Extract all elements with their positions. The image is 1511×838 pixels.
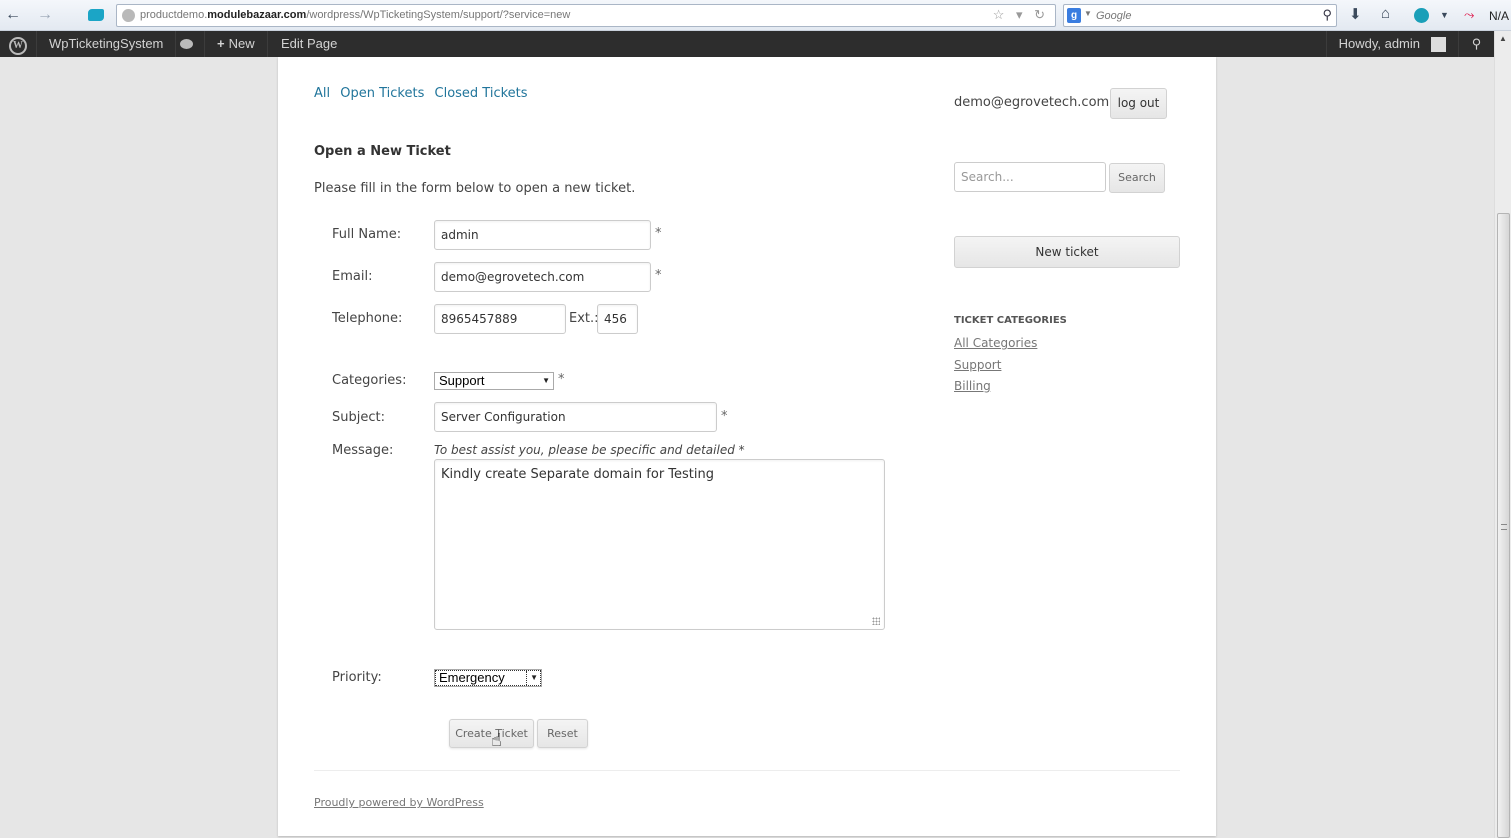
plus-icon: + [217,36,225,51]
wp-admin-bar: W WpTicketingSystem + New Edit Page Howdy… [0,31,1494,57]
hand-cursor-icon: ☝ [491,730,502,751]
url-path: /wordpress/WpTicketingSystem/support/?se… [306,9,571,21]
ticket-categories-heading: TICKET CATEGORIES [954,315,1067,326]
filter-all-link[interactable]: All [314,86,330,101]
priority-select[interactable]: Emergency ▼ [434,669,542,687]
edit-page-link[interactable]: Edit Page [269,31,349,57]
filter-closed-tickets-link[interactable]: Closed Tickets [435,86,528,101]
footer-divider [314,770,1180,771]
powered-by-link[interactable]: Proudly powered by WordPress [314,796,484,809]
site-identity-icon[interactable] [88,9,104,21]
chevron-down-icon[interactable]: ▼ [1440,10,1449,20]
bookmark-star-icon[interactable]: ☆ ▾ ↻ [993,7,1049,23]
ticket-filter-nav: All Open Tickets Closed Tickets [314,86,534,101]
email-input[interactable]: demo@egrovetech.com [434,262,651,292]
priority-label: Priority: [332,670,382,685]
browser-search-input[interactable]: Google [1096,10,1131,22]
chevron-down-icon: ▼ [530,673,538,682]
required-mark: * [655,226,662,241]
full-name-input[interactable]: admin [434,220,651,250]
browser-search-bar[interactable]: g ▼ Google ⚲ [1063,4,1337,27]
account-menu[interactable]: Howdy, admin [1325,31,1458,57]
required-mark: * [721,409,728,424]
message-hint: To best assist you, please be specific a… [434,443,745,457]
url-prefix: productdemo. [140,9,208,21]
addon-globe-icon[interactable] [1414,8,1429,23]
scroll-up-arrow-icon[interactable]: ▲ [1495,31,1511,47]
site-name-link[interactable]: WpTicketingSystem [37,31,177,57]
category-link-all[interactable]: All Categories [954,336,1037,350]
page-content: All Open Tickets Closed Tickets Open a N… [278,57,1216,836]
message-text: Kindly create Separate domain for Testin… [441,467,714,482]
search-icon: ⚲ [1471,36,1482,51]
forward-icon[interactable]: → [36,6,54,24]
telephone-input[interactable]: 8965457889 [434,304,566,334]
wp-logo-menu[interactable]: W [0,31,37,57]
scroll-thumb[interactable] [1497,213,1510,838]
globe-icon [122,9,135,22]
page-scrollbar[interactable]: ▲ [1494,31,1511,838]
new-label: New [228,36,255,51]
form-intro: Please fill in the form below to open a … [314,181,636,196]
subject-input[interactable]: Server Configuration [434,402,717,432]
extension-input[interactable]: 456 [597,304,638,334]
wordpress-logo-icon: W [9,37,27,55]
logout-button[interactable]: log out [1110,88,1167,119]
search-icon[interactable]: ⚲ [1322,7,1332,23]
chevron-down-icon[interactable]: ▼ [1084,9,1092,18]
url-domain: modulebazaar.com [207,9,307,21]
resize-handle-icon[interactable] [872,617,880,625]
email-label: Email: [332,269,373,284]
addon-status[interactable]: N/A [1489,9,1509,23]
logged-in-user-email: demo@egrovetech.com | [954,95,1118,110]
howdy-label: Howdy, admin [1338,36,1420,51]
message-label: Message: [332,443,394,458]
required-mark: * [655,268,662,283]
form-title: Open a New Ticket [314,144,451,159]
comments-link[interactable] [168,31,205,57]
scroll-grip-icon [1501,524,1507,530]
download-icon[interactable]: ⬇ [1349,5,1362,23]
sidebar-search-input[interactable]: Search... [954,162,1106,192]
categories-select[interactable]: Support ▼ [434,372,554,390]
address-bar[interactable]: productdemo.modulebazaar.com/wordpress/W… [116,4,1056,27]
filter-open-tickets-link[interactable]: Open Tickets [340,86,424,101]
category-link-support[interactable]: Support [954,358,1001,372]
priority-selected-value: Emergency [439,670,505,685]
chart-icon[interactable]: ⤳ [1464,7,1474,23]
focus-separator [526,671,527,685]
sidebar-search-button[interactable]: Search [1109,163,1165,193]
message-textarea[interactable]: Kindly create Separate domain for Testin… [434,459,885,630]
browser-toolbar: ← → productdemo.modulebazaar.com/wordpre… [0,0,1511,31]
categories-label: Categories: [332,373,407,388]
google-icon[interactable]: g [1067,8,1081,23]
back-icon[interactable]: ← [4,6,22,24]
subject-label: Subject: [332,410,385,425]
category-link-billing[interactable]: Billing [954,379,991,393]
url-text[interactable]: productdemo.modulebazaar.com/wordpress/W… [140,9,570,21]
categories-selected-value: Support [439,373,485,388]
new-ticket-button[interactable]: New ticket [954,236,1180,268]
new-content-menu[interactable]: + New [205,31,268,57]
comment-bubble-icon [179,39,193,49]
reset-button[interactable]: Reset [537,719,588,748]
required-mark: * [558,372,565,387]
full-name-label: Full Name: [332,227,402,242]
admin-search-button[interactable]: ⚲ [1458,31,1494,57]
home-icon[interactable]: ⌂ [1381,5,1390,22]
telephone-label: Telephone: [332,311,403,326]
chevron-down-icon: ▼ [542,376,550,385]
extension-label: Ext.: [569,311,599,326]
avatar [1431,37,1446,52]
